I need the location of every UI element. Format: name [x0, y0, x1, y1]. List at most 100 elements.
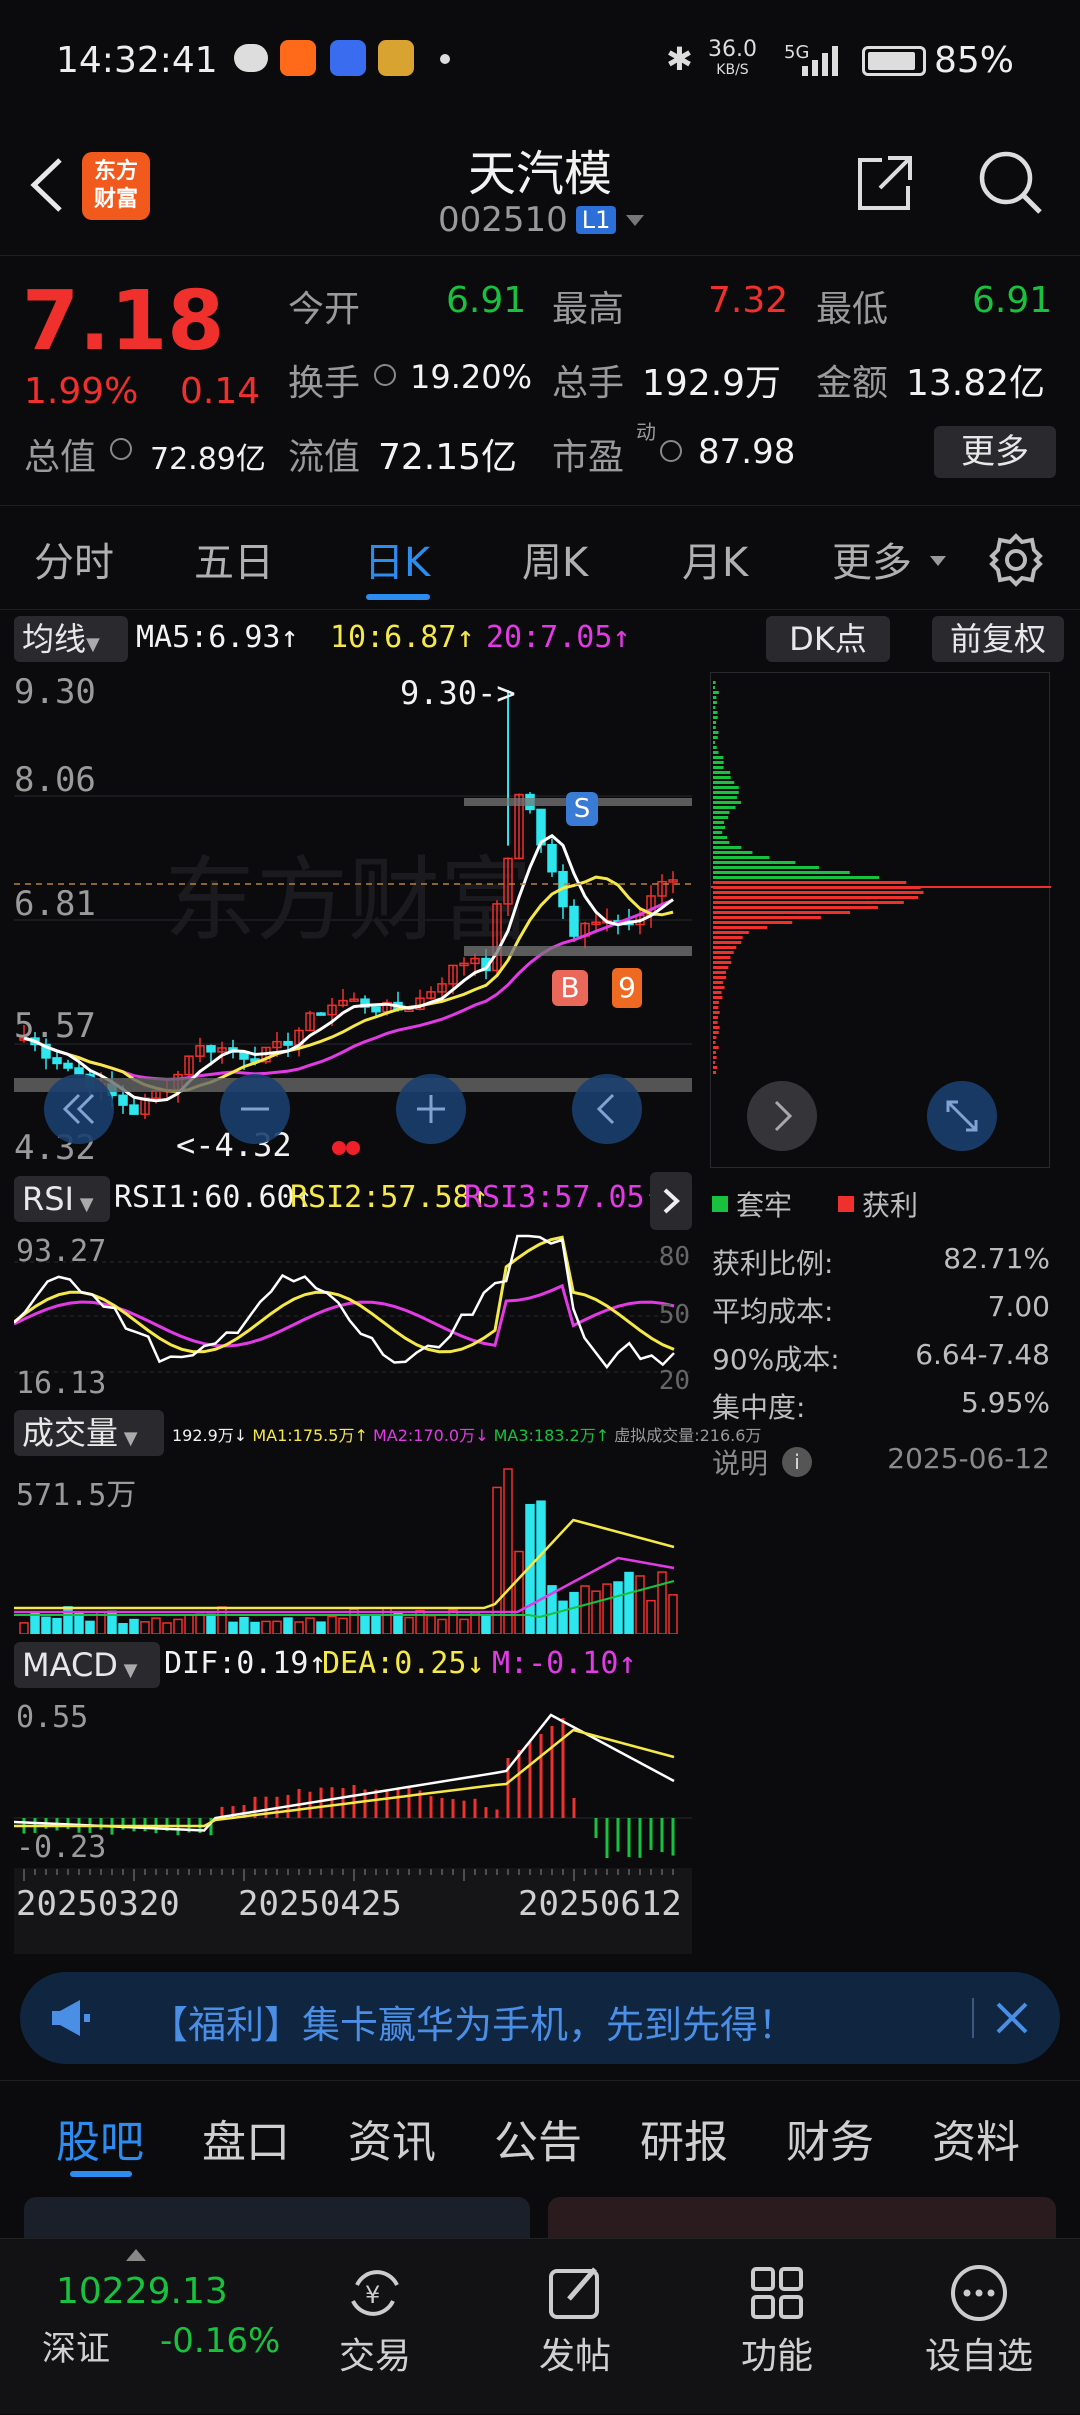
scroll-left-icon[interactable] — [572, 1074, 642, 1144]
sell-signal-badge[interactable]: S — [566, 792, 598, 826]
rsi-chart[interactable]: 93.27 16.13 80 50 20 — [13, 1232, 692, 1401]
change-percent: 1.99% — [24, 371, 139, 412]
volume-bar — [514, 1550, 524, 1635]
event-marker[interactable] — [332, 1140, 362, 1156]
search-icon[interactable] — [976, 148, 1046, 218]
promo-banner[interactable]: 【福利】集卡赢华为手机，先到先得！ — [20, 1972, 1060, 2064]
chip-note-link[interactable]: 说明 i — [712, 1442, 813, 1482]
kline-chart[interactable]: 东方财富 9.30 8.06 6.81 5.57 4.32 9.30-> <-4… — [14, 672, 692, 1168]
dk-point-button[interactable]: DK点 — [766, 616, 890, 662]
chip-bar — [713, 686, 715, 689]
expand-icon[interactable] — [927, 1081, 997, 1151]
nav-add-watchlist[interactable]: 设自选 — [904, 2239, 1054, 2379]
next-indicator-icon[interactable] — [650, 1172, 692, 1230]
volume-summary: 192.9万↓ — [172, 1426, 248, 1445]
tab-daily-k[interactable]: 日K — [364, 530, 430, 588]
chip-bar — [713, 726, 716, 729]
macd-selector[interactable]: MACD ▼ — [14, 1642, 160, 1688]
rsi-selector[interactable]: RSI ▼ — [14, 1176, 110, 1222]
ma-selector[interactable]: 均线▼ — [14, 616, 128, 662]
chip-bar — [713, 826, 726, 829]
settings-gear-icon[interactable] — [988, 532, 1044, 588]
caret-down-icon: ▼ — [73, 1194, 94, 1215]
volume-bar — [52, 1617, 62, 1635]
stock-header: 东方 财富 天汽模 002510 L1 — [0, 120, 1080, 255]
price-tick: 9.30 — [14, 672, 96, 712]
chip-bar — [713, 916, 821, 919]
index-ticker[interactable]: 10229.13 深证 -0.16% — [0, 2239, 300, 2415]
tab-forum[interactable]: 股吧 — [56, 2106, 144, 2170]
volume-bar — [195, 1613, 205, 1635]
tab-news[interactable]: 资讯 — [348, 2106, 436, 2170]
chip-bar — [713, 701, 717, 704]
legend-trapped-label: 套牢 — [736, 1189, 793, 1222]
info-icon[interactable] — [374, 364, 396, 386]
chip-bar — [713, 841, 730, 844]
volume-bar — [118, 1623, 128, 1635]
rsi-top-tick: 93.27 — [16, 1234, 107, 1269]
chip-bar — [713, 1016, 718, 1019]
volume-bar — [437, 1618, 447, 1635]
chip-bar — [713, 706, 716, 709]
grid-icon — [745, 2261, 809, 2325]
chip-next-icon[interactable] — [747, 1081, 817, 1151]
zoom-out-icon[interactable] — [220, 1074, 290, 1144]
stock-name: 天汽模 — [467, 146, 612, 202]
chip-bar — [713, 766, 724, 769]
tab-intraday[interactable]: 分时 — [34, 530, 114, 588]
chip-stat-label: 平均成本: — [712, 1295, 834, 1328]
fq-button[interactable]: 前复权 — [932, 616, 1064, 662]
zoom-in-icon[interactable] — [396, 1074, 466, 1144]
chip-bar — [713, 986, 725, 989]
macd-chart[interactable]: 0.55 -0.23 — [13, 1698, 692, 1868]
tab-weekly-k[interactable]: 周K — [522, 530, 588, 588]
tab-order-book[interactable]: 盘口 — [202, 2106, 290, 2170]
legend-trapped: 套牢 — [712, 1184, 792, 1224]
tab-more[interactable]: 更多 — [832, 530, 912, 588]
open-label: 今开 — [288, 289, 361, 330]
turnover-label: 换手 — [288, 363, 361, 404]
chip-distribution-chart[interactable] — [710, 672, 1051, 1168]
buy-signal-badge[interactable]: B — [552, 970, 588, 1006]
turnover-value: 19.20% — [410, 358, 533, 396]
candle-body — [118, 1094, 128, 1106]
ma-selector-label: 均线 — [22, 620, 87, 658]
close-icon[interactable] — [986, 1992, 1038, 2044]
level-badge: L1 — [575, 206, 617, 234]
tab-profile[interactable]: 资料 — [932, 2106, 1020, 2170]
volume-selector[interactable]: 成交量 ▼ — [14, 1410, 164, 1456]
chip-bar — [713, 876, 880, 879]
nav-functions[interactable]: 功能 — [702, 2239, 852, 2379]
count-signal-badge[interactable]: 9 — [612, 968, 642, 1008]
tab-monthly-k[interactable]: 月K — [682, 530, 748, 588]
mcap-value: 72.89亿 — [150, 442, 266, 477]
rsi-20-tick: 20 — [658, 1366, 690, 1396]
chip-bar — [713, 741, 715, 744]
macd-top-tick: 0.55 — [16, 1700, 89, 1735]
volume-bar — [569, 1591, 579, 1635]
volume-bar — [129, 1618, 139, 1635]
scroll-left-double-icon[interactable] — [44, 1074, 114, 1144]
tab-five-day[interactable]: 五日 — [194, 530, 274, 588]
nav-trade[interactable]: ¥ 交易 — [300, 2239, 450, 2379]
tab-financials[interactable]: 财务 — [786, 2106, 874, 2170]
app-icon-orange — [280, 40, 316, 76]
rsi-80-tick: 80 — [658, 1242, 690, 1272]
tab-announcements[interactable]: 公告 — [494, 2106, 582, 2170]
share-icon[interactable] — [852, 150, 918, 216]
chip-bar — [713, 811, 730, 814]
volume-chart[interactable]: 571.5万 — [14, 1466, 692, 1635]
tab-research[interactable]: 研报 — [640, 2106, 728, 2170]
info-icon[interactable] — [110, 438, 132, 460]
more-quote-button[interactable]: 更多 — [934, 426, 1056, 478]
ma20-value: 20:7.05↑ — [486, 620, 631, 655]
chip-bar — [713, 1001, 719, 1004]
volume-label: 总手 — [552, 363, 625, 404]
quote-panel: 7.18 1.99% 0.14 今开 6.91 最高 7.32 最低 6.91 … — [0, 255, 1080, 505]
net-speed: 36.0 KB/S — [708, 39, 757, 80]
chip-bar — [713, 931, 749, 934]
nav-post[interactable]: 发帖 — [500, 2239, 650, 2379]
app-icon-blue — [330, 40, 366, 76]
stock-code-row[interactable]: 002510 L1 — [438, 200, 645, 240]
info-icon[interactable] — [660, 440, 682, 462]
